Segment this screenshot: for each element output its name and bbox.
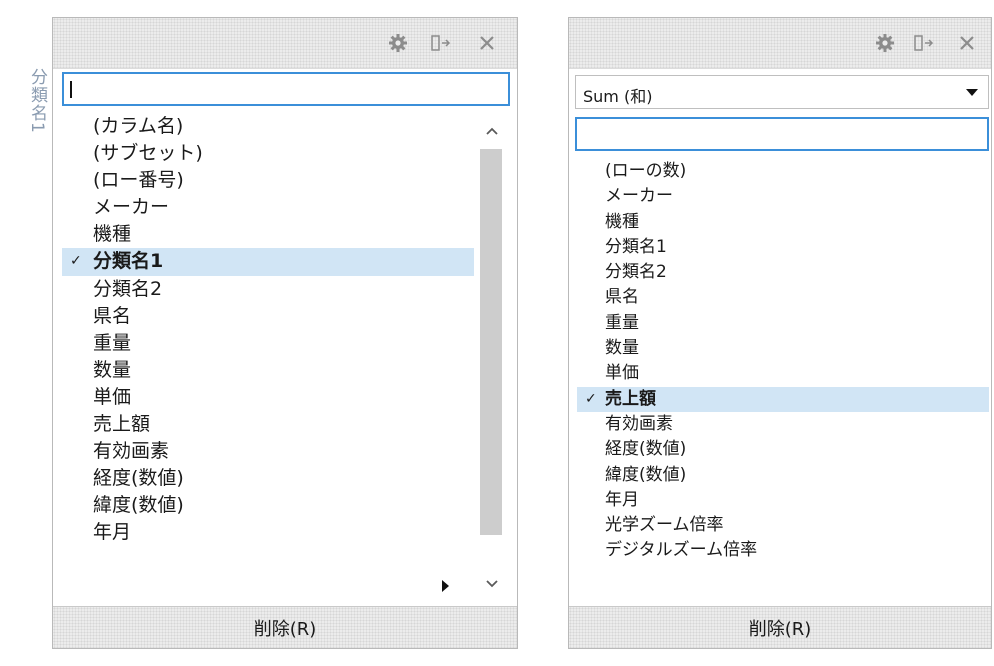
list-item[interactable]: 機種 <box>577 210 989 235</box>
list-item[interactable]: 単価 <box>577 361 989 386</box>
list-item[interactable]: 年月 <box>577 488 989 513</box>
list-item[interactable]: 売上額 <box>62 411 474 438</box>
list-item[interactable]: 数量 <box>62 357 474 384</box>
axis-column-label[interactable]: 分類名1 <box>22 68 50 168</box>
list-item-label: 数量 <box>605 338 639 359</box>
checkmark-icon: ✓ <box>585 390 597 407</box>
list-item[interactable]: 重量 <box>577 311 989 336</box>
search-input[interactable] <box>64 74 508 104</box>
list-item-label: メーカー <box>93 196 170 219</box>
list-item-label: 経度(数値) <box>605 439 687 460</box>
gear-icon[interactable] <box>386 31 410 55</box>
list-item-label: 重量 <box>93 331 132 354</box>
list-item[interactable]: (ロー番号) <box>62 167 474 194</box>
list-item[interactable]: 単価 <box>62 384 474 411</box>
list-item-label: 県名 <box>93 304 132 327</box>
list-item-label: (ローの数) <box>605 161 687 181</box>
list-item-label: 分類名1 <box>605 236 667 257</box>
list-item[interactable]: 有効画素 <box>62 438 474 465</box>
list-item[interactable]: 県名 <box>62 303 474 330</box>
list-item[interactable]: 分類名1 <box>577 235 989 260</box>
list-item-label: 単価 <box>605 363 639 384</box>
list-item[interactable]: (カラム名) <box>62 113 474 140</box>
list-item[interactable]: 経度(数値) <box>577 437 989 462</box>
checkmark-icon: ✓ <box>70 253 82 270</box>
list-item[interactable]: 重量 <box>62 330 474 357</box>
list-item-label: 機種 <box>93 223 132 246</box>
list-item-label: デジタルズーム倍率 <box>605 540 758 561</box>
list-item-label: 売上額 <box>93 413 151 436</box>
scroll-up-icon[interactable] <box>474 113 510 149</box>
scroll-down-icon[interactable] <box>474 566 510 602</box>
list-item-label: 売上額 <box>605 388 656 409</box>
list-item-label: 分類名2 <box>605 262 667 283</box>
list-item-label: 分類名1 <box>93 250 164 273</box>
list-item[interactable]: メーカー <box>62 194 474 221</box>
text-caret <box>70 81 72 98</box>
pop-out-icon[interactable] <box>912 31 936 55</box>
search-input-container <box>62 72 510 106</box>
pop-out-icon[interactable] <box>429 31 453 55</box>
list-item[interactable]: 緯度(数値) <box>577 463 989 488</box>
list-item-label: (サブセット) <box>93 142 203 165</box>
list-item[interactable]: (サブセット) <box>62 140 474 167</box>
list-item-label: 有効画素 <box>93 440 170 463</box>
close-icon[interactable] <box>475 31 499 55</box>
chevron-down-icon <box>966 89 978 96</box>
gear-icon[interactable] <box>873 31 897 55</box>
scrollbar-thumb[interactable] <box>480 149 502 535</box>
search-input-container <box>575 117 989 151</box>
list-item[interactable]: 機種 <box>62 221 474 248</box>
list-item[interactable]: デジタルズーム倍率 <box>577 538 989 563</box>
list-item-label: 単価 <box>93 385 132 408</box>
list-item-label: 経度(数値) <box>93 467 184 490</box>
list-item[interactable]: 分類名2 <box>577 260 989 285</box>
list-item[interactable]: 緯度(数値) <box>62 492 474 519</box>
list-item-label: (カラム名) <box>93 115 184 137</box>
remove-button[interactable]: 削除(R) <box>53 606 517 648</box>
list-item-label: (ロー番号) <box>93 169 184 192</box>
column-selector-panel-2: Sum (和) (ローの数) メーカー機種分類名1 分類名2 県名重量数量単価 ✓ 売上額… <box>568 17 992 649</box>
submenu-arrow-icon[interactable] <box>442 580 449 592</box>
list-item[interactable]: メーカー <box>577 184 989 209</box>
column-list: (カラム名) (サブセット) (ロー番号) メーカー機種 ✓ 分類名1 分類名2 県名重量数量… <box>62 113 474 602</box>
list-item-label: 分類名2 <box>93 277 163 300</box>
list-item-label: 機種 <box>605 211 639 232</box>
list-item-label: 数量 <box>93 358 132 381</box>
close-icon[interactable] <box>955 31 979 55</box>
list-item[interactable]: 有効画素 <box>577 412 989 437</box>
vertical-scrollbar[interactable] <box>474 113 510 602</box>
panel-header <box>53 18 517 69</box>
aggregation-dropdown[interactable]: Sum (和) <box>575 75 989 109</box>
list-item-label: 有効画素 <box>605 413 673 434</box>
remove-button[interactable]: 削除(R) <box>569 606 991 648</box>
list-item[interactable]: (ローの数) <box>577 159 989 184</box>
column-list: (ローの数) メーカー機種分類名1 分類名2 県名重量数量単価 ✓ 売上額有効画素経度(数… <box>577 159 989 610</box>
list-item[interactable]: 分類名2 <box>62 276 474 303</box>
list-item[interactable]: ✓ 分類名1 <box>62 248 474 276</box>
list-item-label: 年月 <box>93 521 132 544</box>
list-item[interactable]: ✓ 売上額 <box>577 386 989 412</box>
column-selector-panel-1: (カラム名) (サブセット) (ロー番号) メーカー機種 ✓ 分類名1 分類名2 県名重量数量… <box>52 17 518 649</box>
list-item-label: 年月 <box>605 489 639 510</box>
panel-header <box>569 18 991 69</box>
list-item[interactable]: 数量 <box>577 336 989 361</box>
dropdown-value: Sum (和) <box>583 87 653 106</box>
list-item[interactable]: 経度(数値) <box>62 465 474 492</box>
list-item[interactable]: 県名 <box>577 285 989 310</box>
list-item-label: メーカー <box>605 186 673 207</box>
list-item-label: 緯度(数値) <box>605 464 687 485</box>
list-item[interactable]: 年月 <box>62 519 474 546</box>
list-item[interactable]: 光学ズーム倍率 <box>577 513 989 538</box>
search-input[interactable] <box>577 119 987 149</box>
list-item-label: 重量 <box>605 312 639 333</box>
list-item-label: 緯度(数値) <box>93 494 184 517</box>
list-item-label: 県名 <box>605 287 639 308</box>
list-item-label: 光学ズーム倍率 <box>605 515 724 536</box>
